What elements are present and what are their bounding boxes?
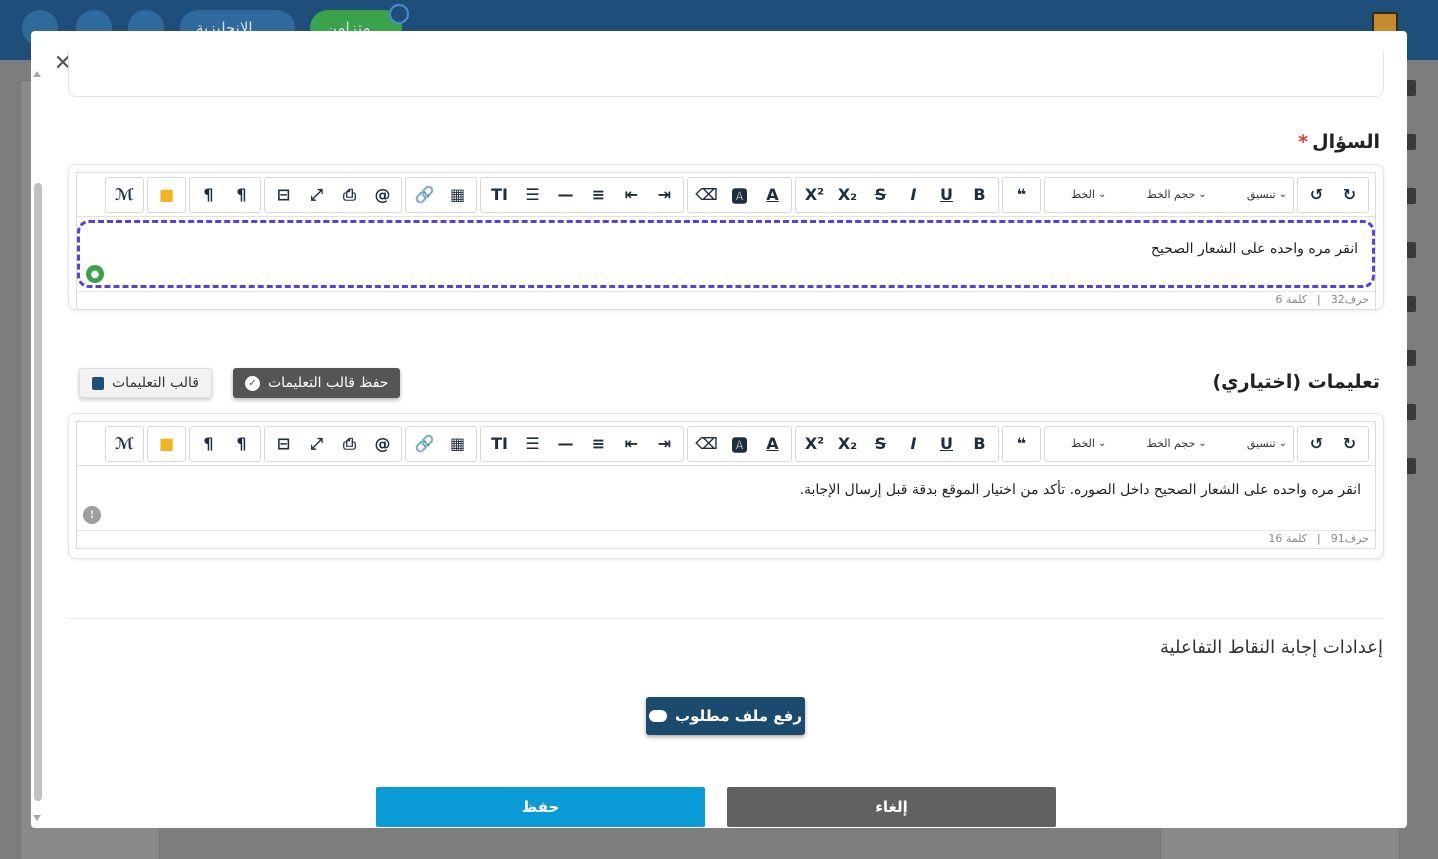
question-text-area[interactable]: انقر مره واحده على الشعار الصحيح ● <box>77 220 1375 288</box>
print-icon[interactable]: ⎙ <box>333 179 366 211</box>
previous-field-box <box>68 51 1384 97</box>
instructions-editor: ↻ ↺ تنسيق ⌄ حجم الخط ⌄ الخط ⌄ ❝ B U I S X₂ X… <box>76 421 1376 549</box>
format-clear-icon[interactable]: ℳ <box>108 179 141 211</box>
blockquote-icon[interactable]: ❝ <box>1005 428 1038 460</box>
question-editor-modal: ✕ السؤال* ↻ ↺ تنسيق ⌄ حجم الخط ⌄ الخط ⌄ ❝ B … <box>31 31 1407 828</box>
eraser-icon[interactable]: ⌫ <box>690 179 723 211</box>
editor-toolbar: ↻ ↺ تنسيق ⌄ حجم الخط ⌄ الخط ⌄ ❝ B U I S X₂ X… <box>77 173 1375 217</box>
horizontal-rule-icon[interactable]: — <box>549 179 582 211</box>
mention-icon[interactable]: @ <box>366 428 399 460</box>
font-select[interactable]: الخط ⌄ <box>1067 428 1110 460</box>
editor-status-bar: حرف91|كلمة 16 <box>77 530 1375 548</box>
indent-icon[interactable]: ⇥ <box>648 179 681 211</box>
subscript-icon[interactable]: X₂ <box>831 428 864 460</box>
link-icon[interactable]: 🔗 <box>408 179 441 211</box>
background-icons <box>1406 80 1424 474</box>
background-color-icon[interactable]: 🅰 <box>723 428 756 460</box>
instructions-text-area[interactable]: انقر مره واحده على الشعار الصحيح داخل ال… <box>77 466 1375 530</box>
background-color-icon[interactable]: 🅰 <box>723 179 756 211</box>
redo-icon[interactable]: ↻ <box>1333 428 1366 460</box>
outdent-icon[interactable]: ⇤ <box>615 179 648 211</box>
font-size-select[interactable]: حجم الخط ⌄ <box>1143 428 1211 460</box>
italic-icon[interactable]: I <box>897 428 930 460</box>
horizontal-rule-icon[interactable]: — <box>549 428 582 460</box>
required-mark: * <box>1298 131 1309 153</box>
text-size-icon[interactable]: TI <box>483 428 516 460</box>
folder-icon[interactable]: ■ <box>150 428 183 460</box>
format-select[interactable]: تنسيق ⌄ <box>1243 179 1291 211</box>
text-color-icon[interactable]: A <box>756 428 789 460</box>
fullscreen-icon[interactable]: ⤢ <box>300 179 333 211</box>
undo-icon[interactable]: ↺ <box>1300 428 1333 460</box>
fullscreen-icon[interactable]: ⤢ <box>300 428 333 460</box>
scrollbar-thumb[interactable] <box>34 183 42 801</box>
ltr-paragraph-icon[interactable]: ¶ <box>192 428 225 460</box>
table-icon[interactable]: ▦ <box>441 428 474 460</box>
layout-icon[interactable]: ⊟ <box>267 179 300 211</box>
print-icon[interactable]: ⎙ <box>333 428 366 460</box>
scroll-up-icon[interactable] <box>33 71 41 77</box>
strikethrough-icon[interactable]: S <box>864 179 897 211</box>
italic-icon[interactable]: I <box>897 179 930 211</box>
question-editor-card: ↻ ↺ تنسيق ⌄ حجم الخط ⌄ الخط ⌄ ❝ B U I S X₂ X… <box>68 164 1384 310</box>
modal-scrollbar[interactable] <box>33 71 43 821</box>
word-count: كلمة 6 <box>1275 293 1307 306</box>
superscript-icon[interactable]: X² <box>798 179 831 211</box>
underline-icon[interactable]: U <box>930 428 963 460</box>
question-title: السؤال* <box>1298 131 1380 153</box>
rtl-paragraph-icon[interactable]: ¶ <box>225 428 258 460</box>
rtl-paragraph-icon[interactable]: ¶ <box>225 179 258 211</box>
eraser-icon[interactable]: ⌫ <box>690 428 723 460</box>
underline-icon[interactable]: U <box>930 179 963 211</box>
editor-toolbar: ↻ ↺ تنسيق ⌄ حجم الخط ⌄ الخط ⌄ ❝ B U I S X₂ X… <box>77 422 1375 466</box>
template-button[interactable]: قالب التعليمات <box>79 368 212 398</box>
font-size-select[interactable]: حجم الخط ⌄ <box>1143 179 1211 211</box>
scroll-down-icon[interactable] <box>33 815 41 821</box>
layout-icon[interactable]: ⊟ <box>267 428 300 460</box>
font-select[interactable]: الخط ⌄ <box>1067 179 1110 211</box>
instructions-title: تعليمات (اختياري) <box>1212 371 1380 393</box>
subscript-icon[interactable]: X₂ <box>831 179 864 211</box>
align-icon[interactable]: ≡ <box>582 428 615 460</box>
bold-icon[interactable]: B <box>963 428 996 460</box>
check-icon: ✓ <box>245 375 260 391</box>
format-select[interactable]: تنسيق ⌄ <box>1243 428 1291 460</box>
warning-icon[interactable]: ! <box>83 506 101 524</box>
char-count: حرف91 <box>1330 532 1369 545</box>
cancel-button[interactable]: إلغاء <box>727 787 1056 827</box>
folder-icon[interactable]: ■ <box>150 179 183 211</box>
cloud-upload-icon <box>649 710 668 722</box>
ltr-paragraph-icon[interactable]: ¶ <box>192 179 225 211</box>
question-editor: ↻ ↺ تنسيق ⌄ حجم الخط ⌄ الخط ⌄ ❝ B U I S X₂ X… <box>76 172 1376 310</box>
settings-title: إعدادات إجابة النقاط التفاعلية <box>1159 637 1383 658</box>
text-size-icon[interactable]: TI <box>483 179 516 211</box>
grammar-check-icon[interactable]: ● <box>86 265 104 283</box>
align-icon[interactable]: ≡ <box>582 179 615 211</box>
save-template-button[interactable]: حفظ قالب التعليمات ✓ <box>233 368 401 398</box>
blockquote-icon[interactable]: ❝ <box>1005 179 1038 211</box>
save-button[interactable]: حفظ <box>376 787 705 827</box>
bold-icon[interactable]: B <box>963 179 996 211</box>
undo-icon[interactable]: ↺ <box>1300 179 1333 211</box>
ordered-list-icon[interactable]: ☰ <box>516 179 549 211</box>
word-count: كلمة 16 <box>1268 532 1307 545</box>
link-icon[interactable]: 🔗 <box>408 428 441 460</box>
text-color-icon[interactable]: A <box>756 179 789 211</box>
outdent-icon[interactable]: ⇤ <box>615 428 648 460</box>
mention-icon[interactable]: @ <box>366 179 399 211</box>
char-count: حرف32 <box>1330 293 1369 306</box>
superscript-icon[interactable]: X² <box>798 428 831 460</box>
table-icon[interactable]: ▦ <box>441 179 474 211</box>
format-clear-icon[interactable]: ℳ <box>108 428 141 460</box>
instructions-editor-card: ↻ ↺ تنسيق ⌄ حجم الخط ⌄ الخط ⌄ ❝ B U I S X₂ X… <box>68 413 1384 559</box>
ordered-list-icon[interactable]: ☰ <box>516 428 549 460</box>
strikethrough-icon[interactable]: S <box>864 428 897 460</box>
status-dot <box>389 4 409 24</box>
indent-icon[interactable]: ⇥ <box>648 428 681 460</box>
redo-icon[interactable]: ↻ <box>1333 179 1366 211</box>
upload-button[interactable]: رفع ملف مطلوب <box>646 697 805 735</box>
section-divider <box>68 618 1384 619</box>
document-icon <box>92 376 104 390</box>
editor-status-bar: حرف32|كلمة 6 <box>77 291 1375 309</box>
